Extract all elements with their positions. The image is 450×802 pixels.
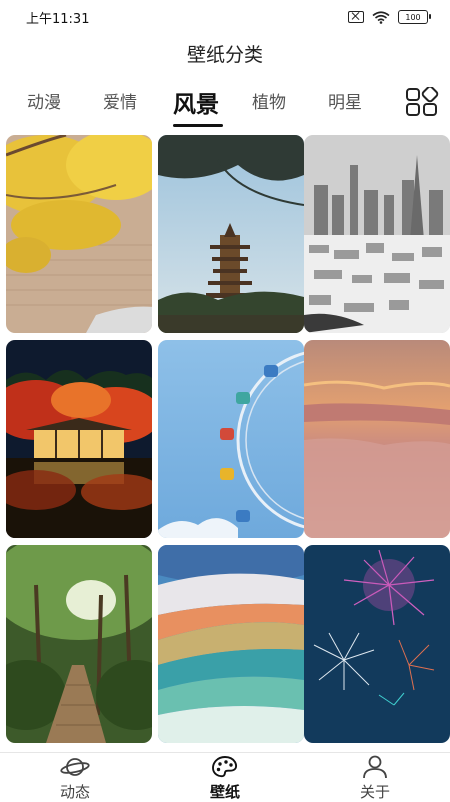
category-grid-icon[interactable] (405, 87, 439, 117)
person-icon (363, 755, 387, 779)
tab-scenery[interactable]: 风景 (173, 85, 219, 119)
tab-anime[interactable]: 动漫 (27, 88, 61, 113)
wallpaper-sunset-cloud-sea[interactable] (304, 340, 450, 538)
nav-item-feed[interactable]: 动态 (35, 755, 115, 802)
wallpaper-colorful-waves[interactable] (158, 545, 304, 743)
planet-icon (60, 758, 90, 776)
wifi-icon (372, 10, 390, 24)
wallpaper-city-skyline-bw[interactable] (304, 135, 450, 333)
palette-icon (212, 756, 238, 778)
wallpaper-pavilion-red-maples-night[interactable] (6, 340, 152, 538)
nav-item-wallpaper[interactable]: 壁纸 (185, 755, 265, 802)
battery-level: 100 (405, 12, 421, 22)
wallpaper-autumn-ginkgo-tree[interactable] (6, 135, 152, 333)
wallpaper-ferris-wheel-sky[interactable] (158, 340, 304, 538)
battery-icon: 100 (398, 10, 431, 24)
status-time: 上午11:31 (26, 11, 90, 27)
category-tabs: 动漫 爱情 风景 植物 明星 (0, 88, 450, 128)
status-bar: 上午11:31 100 (0, 0, 450, 34)
bottom-nav: 动态 壁纸 关于 (0, 752, 450, 801)
sim-off-icon (348, 11, 364, 23)
nav-item-about[interactable]: 关于 (335, 755, 415, 802)
nav-label-wallpaper: 壁纸 (209, 783, 240, 801)
wallpaper-fireworks-night[interactable] (304, 545, 450, 743)
wallpaper-pagoda-tower[interactable] (158, 135, 304, 333)
status-icons: 100 (348, 10, 431, 24)
tab-love[interactable]: 爱情 (103, 88, 137, 113)
active-tab-indicator (173, 124, 223, 127)
nav-label-about: 关于 (359, 783, 390, 801)
nav-label-feed: 动态 (59, 783, 90, 801)
page-title: 壁纸分类 (186, 44, 263, 66)
tab-stars[interactable]: 明星 (328, 88, 362, 113)
tab-plants[interactable]: 植物 (252, 88, 286, 113)
wallpaper-forest-boardwalk[interactable] (6, 545, 152, 743)
